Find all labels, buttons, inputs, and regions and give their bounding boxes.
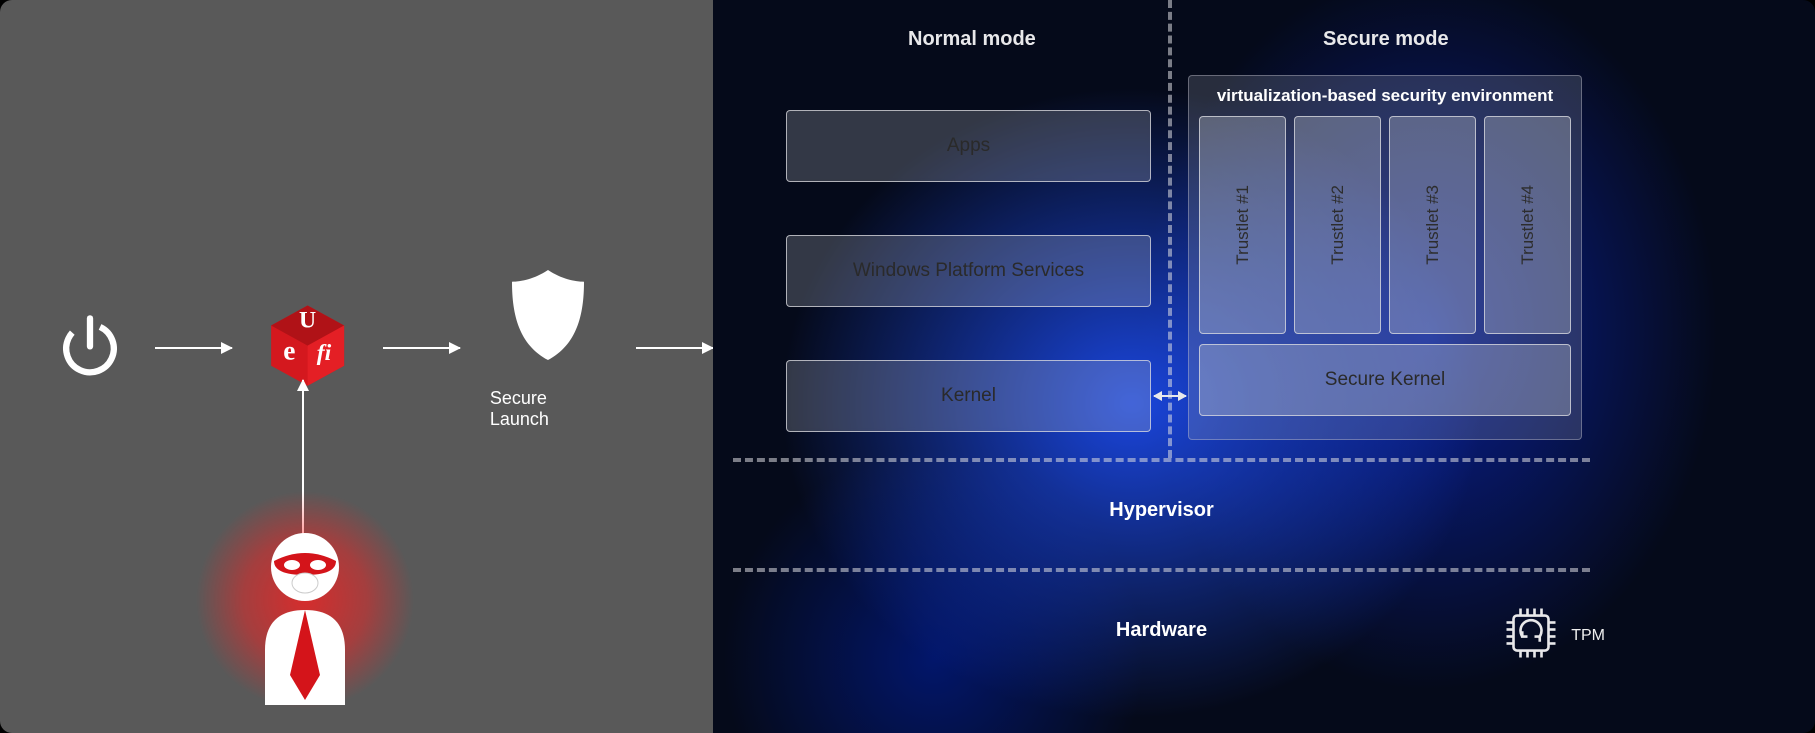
vbs-title: virtualization-based security environmen… xyxy=(1199,86,1571,106)
trustlet-4-label: Trustlet #4 xyxy=(1518,185,1538,265)
arrow-power-to-uefi xyxy=(155,347,232,349)
band-hardware: Hardware xyxy=(733,590,1590,670)
attacker-icon xyxy=(205,505,405,733)
arrow-kernel-securekernel xyxy=(1154,395,1186,397)
uefi-u: U xyxy=(299,307,316,333)
secure-launch-block: Secure Launch xyxy=(490,265,606,430)
boot-panel: U e fi Secure Launch xyxy=(0,0,713,733)
box-kernel-label: Kernel xyxy=(941,385,996,407)
hypervisor-label: Hypervisor xyxy=(1109,499,1214,522)
hardware-label: Hardware xyxy=(1116,619,1207,642)
box-apps-label: Apps xyxy=(947,135,990,157)
box-secure-kernel-label: Secure Kernel xyxy=(1325,369,1445,391)
divider-above-hardware xyxy=(733,568,1590,572)
divider-normal-secure xyxy=(1168,0,1172,458)
secure-launch-label: Secure Launch xyxy=(490,388,606,430)
tpm-block: TPM xyxy=(1503,605,1605,666)
uefi-fi: fi xyxy=(317,340,332,366)
trustlet-4: Trustlet #4 xyxy=(1484,116,1571,334)
tpm-label: TPM xyxy=(1571,627,1605,645)
box-secure-kernel: Secure Kernel xyxy=(1199,344,1571,416)
divider-above-hypervisor xyxy=(733,458,1590,462)
arrow-shield-out xyxy=(636,347,713,349)
box-windows-platform-services: Windows Platform Services xyxy=(786,235,1151,307)
boot-chain-row: U e fi Secure Launch xyxy=(55,265,713,430)
tpm-chip-icon xyxy=(1503,605,1559,666)
box-apps: Apps xyxy=(786,110,1151,182)
architecture-panel: Normal mode Secure mode Apps Windows Pla… xyxy=(713,0,1815,733)
vbs-environment: virtualization-based security environmen… xyxy=(1188,75,1582,440)
trustlet-1: Trustlet #1 xyxy=(1199,116,1286,334)
box-kernel: Kernel xyxy=(786,360,1151,432)
label-normal-mode: Normal mode xyxy=(908,28,1036,51)
label-secure-mode: Secure mode xyxy=(1323,28,1449,51)
band-hypervisor: Hypervisor xyxy=(733,470,1590,550)
trustlet-3: Trustlet #3 xyxy=(1389,116,1476,334)
trustlet-3-label: Trustlet #3 xyxy=(1423,185,1443,265)
diagram-canvas: U e fi Secure Launch xyxy=(0,0,1815,733)
shield-icon xyxy=(503,265,593,370)
uefi-e: e xyxy=(283,335,295,365)
power-icon xyxy=(55,310,125,385)
trustlet-2-label: Trustlet #2 xyxy=(1328,185,1348,265)
box-wps-label: Windows Platform Services xyxy=(853,260,1084,282)
arrow-uefi-to-shield xyxy=(383,347,460,349)
trustlet-1-label: Trustlet #1 xyxy=(1233,185,1253,265)
trustlet-2: Trustlet #2 xyxy=(1294,116,1381,334)
trustlet-row: Trustlet #1 Trustlet #2 Trustlet #3 Trus… xyxy=(1199,116,1571,334)
